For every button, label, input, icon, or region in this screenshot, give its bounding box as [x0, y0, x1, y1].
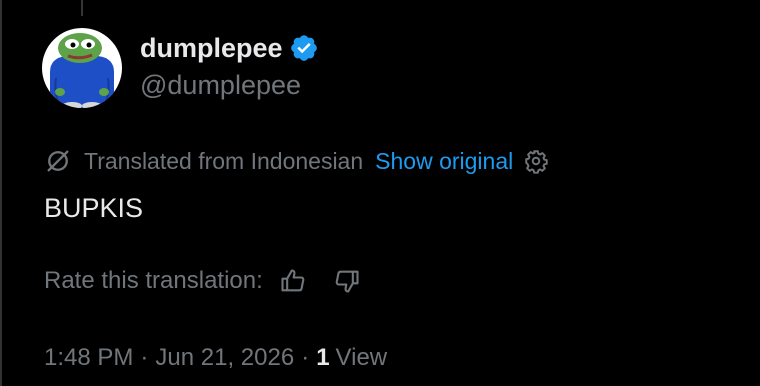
- thumbs-up-icon[interactable]: [279, 267, 307, 295]
- views-label[interactable]: View: [336, 344, 388, 372]
- tweet-date[interactable]: Jun 21, 2026: [155, 344, 294, 372]
- column-border: [0, 0, 2, 386]
- avatar[interactable]: [42, 28, 122, 108]
- views-count[interactable]: 1: [316, 344, 329, 372]
- translated-from-label: Translated from Indonesian: [84, 147, 364, 174]
- tweet-time[interactable]: 1:48 PM: [44, 344, 133, 372]
- translate-icon: [47, 150, 69, 172]
- rate-translation: Rate this translation:: [44, 265, 361, 297]
- author-name-row: dumplepee: [140, 30, 319, 66]
- verified-badge-icon[interactable]: [289, 33, 319, 63]
- author-handle[interactable]: @dumplepee: [140, 70, 319, 101]
- translation-notice: Translated from Indonesian Show original: [44, 145, 549, 177]
- meta-separator: ·: [140, 344, 149, 371]
- tweet-text: BUPKIS: [44, 193, 144, 223]
- author-block: dumplepee @dumplepee: [140, 30, 319, 101]
- tweet-detail: dumplepee @dumplepee Translated from Ind…: [0, 0, 760, 386]
- rate-translation-label: Rate this translation:: [44, 267, 263, 294]
- show-original-link[interactable]: Show original: [375, 148, 513, 175]
- gear-icon[interactable]: [523, 148, 549, 174]
- avatar-image: [42, 28, 122, 108]
- thumbs-down-icon[interactable]: [333, 267, 361, 295]
- thread-connector-line: [81, 0, 83, 16]
- author-display-name[interactable]: dumplepee: [140, 33, 283, 64]
- meta-separator: ·: [301, 344, 310, 371]
- tweet-meta: 1:48 PM · Jun 21, 2026 · 1 View: [44, 342, 387, 374]
